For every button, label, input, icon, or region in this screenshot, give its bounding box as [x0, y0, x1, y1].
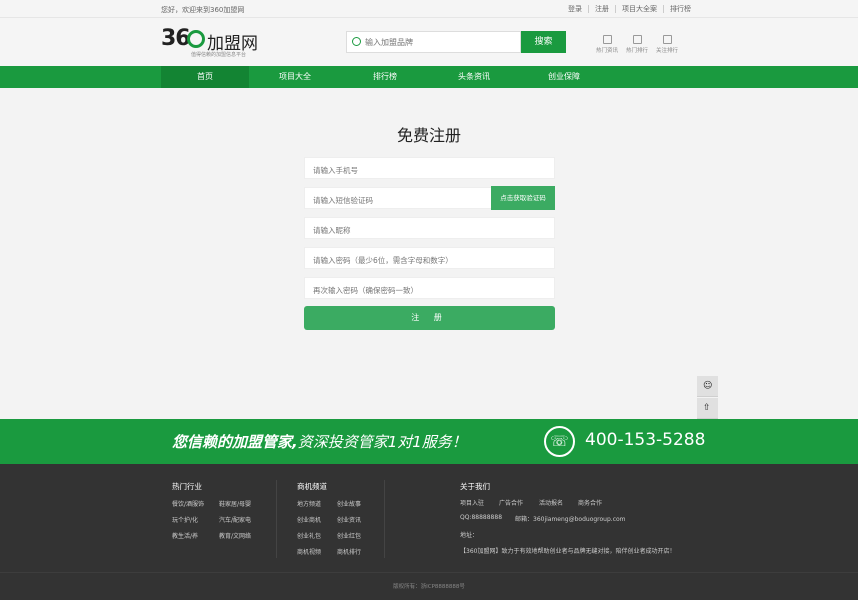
footer-qq: QQ:88888888	[460, 514, 503, 521]
back-to-top-icon: ⇧	[703, 403, 711, 413]
footer-address: 地址：	[460, 532, 479, 539]
top-bar: 您好，欢迎来到360加盟网 登录 注册 项目大全案 排行榜	[0, 0, 858, 18]
search-button[interactable]: 搜索	[521, 31, 566, 53]
quick-link-hot-rank[interactable]: 热门排行	[623, 35, 651, 54]
news-icon	[602, 35, 612, 44]
footer-link[interactable]: 创业红包	[337, 531, 361, 540]
register-link[interactable]: 注册	[588, 5, 615, 13]
nav-item-projects[interactable]: 项目大全	[251, 66, 339, 88]
footer-link[interactable]: 创业商机	[297, 515, 321, 524]
main-nav: 首页 项目大全 排行榜 头条资讯 创业保障	[0, 66, 858, 88]
rank-icon	[632, 35, 642, 44]
footer-email: 邮箱：360jiameng@boduogroup.com	[515, 516, 626, 523]
footer-link[interactable]: 地方频道	[297, 499, 321, 508]
nav-item-ranking[interactable]: 排行榜	[341, 66, 429, 88]
footer-link[interactable]: 商务合作	[578, 498, 602, 507]
footer-link[interactable]: 创业礼包	[297, 531, 321, 540]
footer-link[interactable]: 汽车/配家电	[219, 515, 251, 524]
phone-icon: ☏	[544, 426, 575, 457]
footer-link[interactable]: 商机视频	[297, 547, 321, 556]
service-banner: 您信赖的加盟管家,资深投资管家1对1服务！ ☏ 400-153-5288	[0, 419, 858, 464]
phone-input[interactable]	[305, 160, 554, 181]
login-link[interactable]: 登录	[562, 5, 588, 13]
nav-item-home[interactable]: 首页	[161, 66, 249, 88]
search-input[interactable]	[365, 35, 515, 50]
welcome-text: 您好，欢迎来到360加盟网	[161, 6, 245, 14]
footer-intro: 【360加盟网】致力于有效地帮助创业者与品牌无缝对接，陪伴创业者成功开店！	[460, 548, 676, 555]
footer-link[interactable]: 餐饮/酒服饰	[172, 499, 204, 508]
banner-slogan-bold: 您信赖的加盟管家,	[172, 433, 298, 451]
page-title: 免费注册	[396, 126, 461, 145]
hotline-number: 400-153-5288	[585, 430, 706, 450]
header: 36 加盟网 值得信赖的加盟信息平台 搜索 热门资讯 热门排行 关注排行	[0, 18, 858, 66]
footer-link[interactable]: 创业故事	[337, 499, 361, 508]
footer-heading-about: 关于我们	[460, 482, 490, 491]
get-sms-code-button[interactable]: 点击获取验证码	[491, 186, 555, 210]
customer-service-icon: ☺	[703, 381, 713, 391]
nickname-input[interactable]	[305, 220, 554, 241]
footer-divider	[384, 480, 385, 558]
copyright: 版权所有：浙ICP8888888号	[393, 584, 465, 590]
search-bar: 搜索	[346, 31, 566, 53]
logo-number: 36	[161, 26, 191, 51]
footer-divider	[276, 480, 277, 558]
logo-zero-ring-icon	[187, 30, 205, 48]
confirm-password-input[interactable]	[305, 280, 554, 301]
footer-link[interactable]: 鞋家居/母婴	[219, 499, 251, 508]
footer-link[interactable]: 广告合作	[499, 498, 523, 507]
logo-slogan: 值得信赖的加盟信息平台	[191, 52, 247, 58]
customer-service-button[interactable]: ☺	[697, 376, 718, 397]
ranking-link[interactable]: 排行榜	[663, 5, 697, 13]
follow-icon	[662, 35, 672, 44]
sms-field-wrap	[304, 187, 492, 211]
footer-link[interactable]: 项目入驻	[460, 498, 484, 507]
quick-link-label: 关注排行	[655, 48, 678, 54]
search-box	[346, 31, 521, 53]
quick-links: 热门资讯 热门排行 关注排行	[593, 35, 683, 54]
footer-link[interactable]: 教育/文网络	[219, 531, 251, 540]
banner-slogan: 您信赖的加盟管家,资深投资管家1对1服务！	[172, 431, 467, 452]
nav-item-guarantee[interactable]: 创业保障	[520, 66, 608, 88]
quick-link-label: 热门排行	[625, 48, 648, 54]
footer-link[interactable]: 商机排行	[337, 547, 361, 556]
footer-link[interactable]: 教生活/养	[172, 531, 198, 540]
nickname-field-wrap	[304, 217, 555, 241]
banner-slogan-thin: 资深投资管家1对1服务！	[297, 433, 467, 451]
logo[interactable]: 36 加盟网 值得信赖的加盟信息平台	[161, 26, 261, 58]
quick-link-hot-news[interactable]: 热门资讯	[593, 35, 621, 54]
password-input[interactable]	[305, 250, 554, 271]
confirm-field-wrap	[304, 277, 555, 301]
footer-link[interactable]: 玩个护/化	[172, 515, 198, 524]
password-field-wrap	[304, 247, 555, 271]
footer-heading-industry: 热门行业	[172, 482, 202, 491]
register-submit-button[interactable]: 注 册	[304, 306, 555, 330]
projects-link[interactable]: 项目大全案	[615, 5, 663, 13]
top-links: 登录 注册 项目大全案 排行榜	[562, 5, 697, 13]
footer-heading-business: 商机频道	[297, 482, 327, 491]
quick-link-label: 热门资讯	[595, 48, 618, 54]
footer: 热门行业 餐饮/酒服饰 鞋家居/母婴 玩个护/化 汽车/配家电 教生活/养 教育…	[0, 464, 858, 600]
footer-bottom-divider	[0, 572, 858, 573]
back-to-top-button[interactable]: ⇧	[697, 398, 718, 419]
search-icon	[352, 37, 361, 46]
footer-link[interactable]: 活动报名	[539, 498, 563, 507]
nav-item-news[interactable]: 头条资讯	[430, 66, 518, 88]
sms-code-input[interactable]	[305, 190, 491, 211]
phone-field-wrap	[304, 157, 555, 181]
quick-link-follow-rank[interactable]: 关注排行	[653, 35, 681, 54]
footer-link[interactable]: 创业资讯	[337, 515, 361, 524]
